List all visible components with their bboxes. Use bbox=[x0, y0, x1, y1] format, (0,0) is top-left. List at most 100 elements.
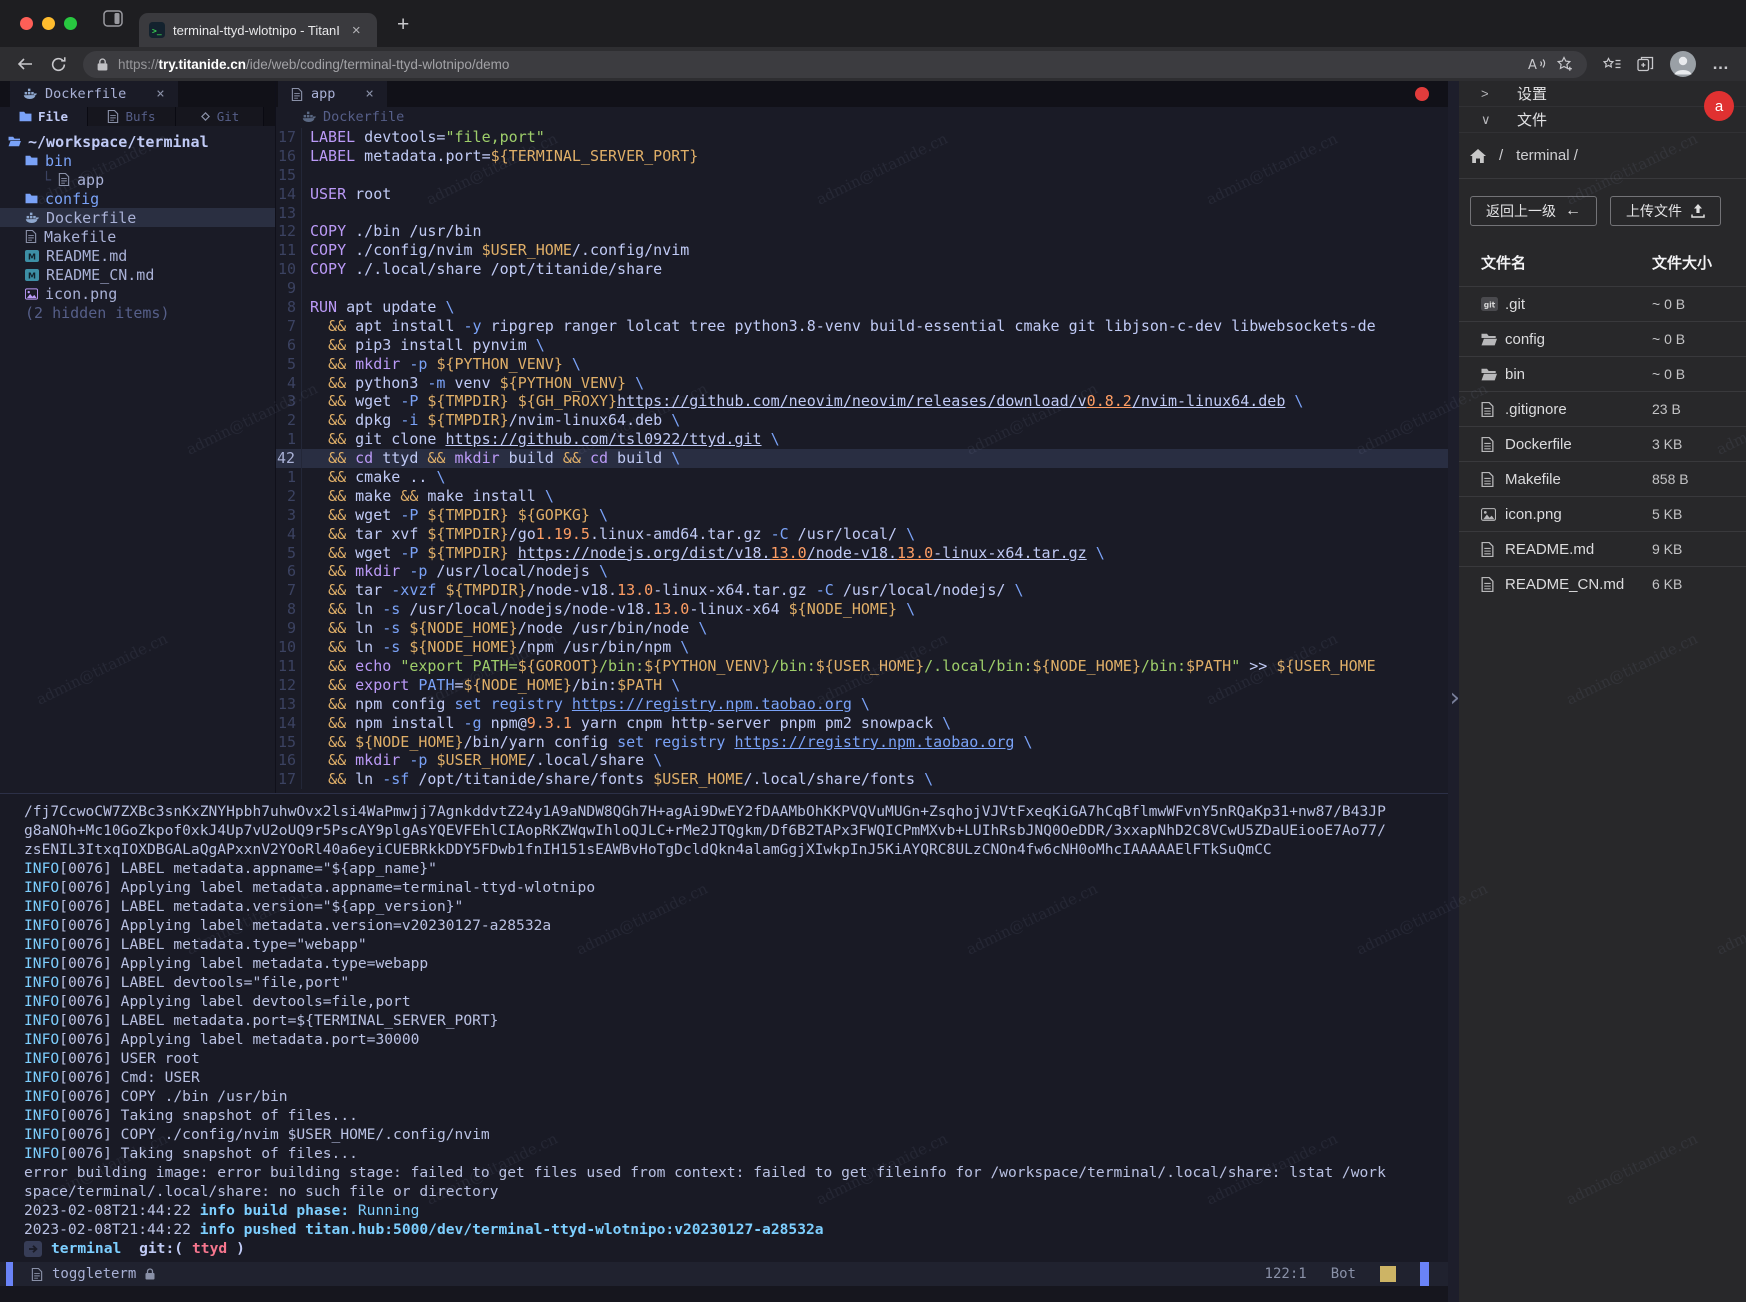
maximize-window-icon[interactable] bbox=[64, 17, 77, 30]
editor-buffer[interactable]: 17LABEL devtools="file,port"16LABEL meta… bbox=[276, 126, 1459, 793]
code-line[interactable]: 14 && npm install -g npm@9.3.1 yarn cnpm… bbox=[276, 714, 1459, 733]
browser-menu-icon[interactable]: … bbox=[1712, 54, 1730, 74]
code-line[interactable]: 2 && dpkg -i ${TMPDIR}/nvim-linux64.deb … bbox=[276, 411, 1459, 430]
code-text: && dpkg -i ${TMPDIR}/nvim-linux64.deb \ bbox=[301, 411, 1459, 430]
code-line[interactable]: 6 && mkdir -p /usr/local/nodejs \ bbox=[276, 562, 1459, 581]
tree-item-makefile[interactable]: Makefile bbox=[0, 227, 275, 246]
files-section-header[interactable]: ∨ 文件 bbox=[1459, 107, 1746, 133]
file-row-gitignore[interactable]: .gitignore23 B bbox=[1459, 391, 1746, 426]
code-line[interactable]: 10COPY ./.local/share /opt/titanide/shar… bbox=[276, 260, 1459, 279]
svg-text:git: git bbox=[1484, 301, 1496, 310]
file-row-bin[interactable]: bin~ 0 B bbox=[1459, 356, 1746, 391]
sidebar-tab-dockerfile[interactable]: Dockerfile × bbox=[10, 81, 178, 107]
code-line[interactable]: 3 && wget -P ${TMPDIR} ${GH_PROXY}https:… bbox=[276, 392, 1459, 411]
tab-overview-icon[interactable] bbox=[103, 10, 123, 32]
tree-item-workspace-terminal[interactable]: ~/workspace/terminal bbox=[0, 132, 275, 151]
file-row-readme-cn-md[interactable]: README_CN.md6 KB bbox=[1459, 566, 1746, 601]
go-up-button[interactable]: 返回上一级← bbox=[1470, 196, 1597, 226]
red-circle-indicator[interactable] bbox=[1415, 87, 1429, 101]
tree-item-readme-md[interactable]: MREADME.md bbox=[0, 246, 275, 265]
code-line[interactable]: 15 bbox=[276, 166, 1459, 185]
close-icon[interactable]: × bbox=[156, 86, 164, 102]
back-icon[interactable] bbox=[16, 56, 34, 72]
upload-file-button[interactable]: 上传文件 bbox=[1610, 196, 1721, 226]
window-controls[interactable] bbox=[20, 17, 77, 30]
tree-item-config[interactable]: config bbox=[0, 189, 275, 208]
code-line[interactable]: 11COPY ./config/nvim $USER_HOME/.config/… bbox=[276, 241, 1459, 260]
read-aloud-icon[interactable]: A bbox=[1527, 57, 1546, 72]
code-line[interactable]: 14USER root bbox=[276, 185, 1459, 204]
code-line[interactable]: 8RUN apt update \ bbox=[276, 298, 1459, 317]
code-line[interactable]: 3 && wget -P ${TMPDIR} ${GOPKG} \ bbox=[276, 506, 1459, 525]
refresh-icon[interactable] bbox=[50, 56, 67, 73]
code-line[interactable]: 9 && ln -s ${NODE_HOME}/node /usr/bin/no… bbox=[276, 619, 1459, 638]
code-line[interactable]: 4 && python3 -m venv ${PYTHON_VENV} \ bbox=[276, 374, 1459, 393]
terminal-line: zsENIL3ItxqIOXDBGALaQgAPxxnV2YOoRl40a6ey… bbox=[24, 840, 1459, 859]
tree-item-label: config bbox=[45, 190, 99, 208]
line-number: 2 bbox=[276, 487, 301, 506]
collections-icon[interactable] bbox=[1637, 56, 1654, 72]
code-line[interactable]: 12COPY ./bin /usr/bin bbox=[276, 222, 1459, 241]
file-row-git[interactable]: git.git~ 0 B bbox=[1459, 286, 1746, 321]
tree-item-2-hidden-items[interactable]: (2 hidden items) bbox=[0, 303, 275, 322]
code-text: && ln -s /usr/local/nodejs/node-v18.13.0… bbox=[301, 600, 1459, 619]
file-row-readme-md[interactable]: README.md9 KB bbox=[1459, 531, 1746, 566]
home-icon[interactable] bbox=[1470, 149, 1486, 163]
code-line[interactable]: 9 bbox=[276, 279, 1459, 298]
code-line[interactable]: 11 && echo "export PATH=${GOROOT}/bin:${… bbox=[276, 657, 1459, 676]
code-line[interactable]: 5 && wget -P ${TMPDIR} https://nodejs.or… bbox=[276, 544, 1459, 563]
profile-avatar[interactable] bbox=[1670, 51, 1696, 77]
tree-item-app[interactable]: └app bbox=[0, 170, 275, 189]
code-line[interactable]: 16 && mkdir -p $USER_HOME/.local/share \ bbox=[276, 751, 1459, 770]
file-row-makefile[interactable]: Makefile858 B bbox=[1459, 461, 1746, 496]
ide-main-area: Dockerfile × FileBufsGit ~/workspace/ter… bbox=[0, 81, 1459, 1302]
code-line[interactable]: 13 bbox=[276, 204, 1459, 223]
code-line[interactable]: 12 && export PATH=${NODE_HOME}/bin:$PATH… bbox=[276, 676, 1459, 695]
code-line[interactable]: 16LABEL metadata.port=${TERMINAL_SERVER_… bbox=[276, 147, 1459, 166]
explorer-tab-file[interactable]: File bbox=[0, 107, 88, 126]
tree-item-dockerfile[interactable]: Dockerfile bbox=[0, 208, 275, 227]
code-line[interactable]: 15 && ${NODE_HOME}/bin/yarn config set r… bbox=[276, 733, 1459, 752]
code-line[interactable]: 10 && ln -s ${NODE_HOME}/npm /usr/bin/np… bbox=[276, 638, 1459, 657]
code-line[interactable]: 1 && git clone https://github.com/tsl092… bbox=[276, 430, 1459, 449]
file-row-dockerfile[interactable]: Dockerfile3 KB bbox=[1459, 426, 1746, 461]
image-gray-icon bbox=[1481, 508, 1505, 521]
terminal-line: INFO[0076] LABEL devtools="file,port" bbox=[24, 973, 1459, 992]
editor-tab-app[interactable]: app × bbox=[278, 81, 387, 107]
add-favorite-icon[interactable] bbox=[1556, 56, 1573, 72]
new-tab-button[interactable]: + bbox=[397, 14, 409, 35]
code-line[interactable]: 17LABEL devtools="file,port" bbox=[276, 128, 1459, 147]
browser-tab[interactable]: >_ terminal-ttyd-wlotnipo - TitanI × bbox=[139, 13, 377, 47]
favorites-icon[interactable] bbox=[1603, 57, 1621, 72]
tree-item-icon-png[interactable]: icon.png bbox=[0, 284, 275, 303]
code-line-current[interactable]: 42 && cd ttyd && mkdir build && cd build… bbox=[276, 449, 1459, 468]
close-window-icon[interactable] bbox=[20, 17, 33, 30]
address-bar[interactable]: https://try.titanide.cn/ide/web/coding/t… bbox=[83, 51, 1587, 78]
user-avatar[interactable]: a bbox=[1704, 91, 1734, 121]
code-line[interactable]: 7 && tar -xvzf ${TMPDIR}/node-v18.13.0-l… bbox=[276, 581, 1459, 600]
code-line[interactable]: 7 && apt install -y ripgrep ranger lolca… bbox=[276, 317, 1459, 336]
file-row-config[interactable]: config~ 0 B bbox=[1459, 321, 1746, 356]
code-line[interactable]: 2 && make && make install \ bbox=[276, 487, 1459, 506]
close-tab-icon[interactable]: × bbox=[352, 22, 361, 39]
close-icon[interactable]: × bbox=[365, 86, 373, 102]
settings-section-header[interactable]: > 设置 bbox=[1459, 81, 1746, 107]
code-line[interactable]: 8 && ln -s /usr/local/nodejs/node-v18.13… bbox=[276, 600, 1459, 619]
file-row-icon-png[interactable]: icon.png5 KB bbox=[1459, 496, 1746, 531]
file-tree[interactable]: ~/workspace/terminalbin└appconfigDockerf… bbox=[0, 126, 275, 793]
code-line[interactable]: 4 && tar xvf ${TMPDIR}/go1.19.5.linux-am… bbox=[276, 525, 1459, 544]
tree-item-readme-cn-md[interactable]: MREADME_CN.md bbox=[0, 265, 275, 284]
code-line[interactable]: 13 && npm config set registry https://re… bbox=[276, 695, 1459, 714]
explorer-tab-bufs[interactable]: Bufs bbox=[88, 107, 176, 126]
code-line[interactable]: 17 && ln -sf /opt/titanide/share/fonts $… bbox=[276, 770, 1459, 789]
minimize-window-icon[interactable] bbox=[42, 17, 55, 30]
tree-item-bin[interactable]: bin bbox=[0, 151, 275, 170]
code-line[interactable]: 1 && cmake .. \ bbox=[276, 468, 1459, 487]
code-line[interactable]: 6 && pip3 install pynvim \ bbox=[276, 336, 1459, 355]
md-icon: M bbox=[25, 250, 39, 262]
code-line[interactable]: 5 && mkdir -p ${PYTHON_VENV} \ bbox=[276, 355, 1459, 374]
explorer-tab-git[interactable]: Git bbox=[176, 107, 264, 126]
terminal-output[interactable]: /fj7CcwoCW7ZXBc3snKxZNYHpbh7uhwOvx2lsi4W… bbox=[0, 793, 1459, 1262]
current-path[interactable]: terminal / bbox=[1516, 147, 1578, 164]
cursor-position: 122:1 bbox=[1265, 1266, 1307, 1282]
